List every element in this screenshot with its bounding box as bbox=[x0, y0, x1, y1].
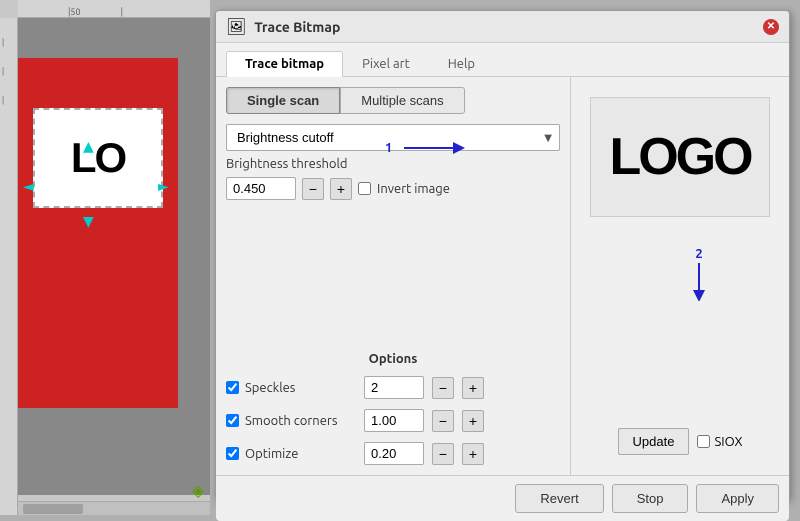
options-title: Options bbox=[226, 352, 560, 366]
preview-buttons: Update SIOX bbox=[618, 428, 743, 455]
annotation-2-arrow-icon bbox=[689, 261, 709, 301]
tab-help[interactable]: Help bbox=[429, 51, 494, 76]
optimize-increase-button[interactable]: + bbox=[462, 443, 484, 465]
revert-button[interactable]: Revert bbox=[515, 484, 603, 513]
smooth-corners-label: Smooth corners bbox=[226, 414, 356, 428]
handle-top: ▲ bbox=[83, 138, 94, 155]
optimize-label: Optimize bbox=[226, 447, 356, 461]
scan-buttons-group: Single scan Multiple scans bbox=[226, 87, 560, 114]
annotation-1: 1 bbox=[385, 138, 474, 158]
ruler-left: | | | bbox=[0, 18, 18, 515]
dialog-footer: Revert Stop Apply bbox=[216, 475, 789, 521]
handle-bottom: ▼ bbox=[83, 213, 94, 230]
multiple-scans-button[interactable]: Multiple scans bbox=[340, 87, 464, 114]
smooth-corners-decrease-button[interactable]: − bbox=[432, 410, 454, 432]
dialog-titlebar: 🖼 Trace Bitmap ✕ bbox=[216, 11, 789, 43]
close-button[interactable]: ✕ bbox=[763, 19, 779, 35]
annotation-2-label: 2 bbox=[695, 247, 702, 261]
canvas-content: LO ◄ ► ▲ ▼ bbox=[18, 18, 210, 495]
dialog-body: Single scan Multiple scans Brightness cu… bbox=[216, 77, 789, 475]
speckles-input[interactable] bbox=[364, 376, 424, 399]
threshold-decrease-button[interactable]: − bbox=[302, 178, 324, 200]
optimize-input[interactable] bbox=[364, 442, 424, 465]
smooth-corners-row: Smooth corners − + bbox=[226, 409, 560, 432]
handle-right: ► bbox=[158, 178, 169, 195]
preview-logo-text: LOGO bbox=[609, 127, 750, 187]
right-panel: LOGO 2 Update SIOX bbox=[571, 77, 789, 475]
smooth-corners-checkbox[interactable] bbox=[226, 414, 239, 427]
threshold-value-input[interactable] bbox=[226, 177, 296, 200]
annotation-2: 2 bbox=[689, 247, 709, 301]
corner-icon: ◈ bbox=[192, 481, 208, 497]
dialog-icon: 🖼 bbox=[226, 17, 246, 36]
smooth-corners-input[interactable] bbox=[364, 409, 424, 432]
speckles-checkbox[interactable] bbox=[226, 381, 239, 394]
optimize-checkbox[interactable] bbox=[226, 447, 239, 460]
trace-bitmap-dialog: 🖼 Trace Bitmap ✕ Trace bitmap Pixel art … bbox=[215, 10, 790, 500]
dialog-title: Trace Bitmap bbox=[254, 19, 755, 35]
scrollbar-thumb[interactable] bbox=[23, 504, 83, 514]
speckles-label: Speckles bbox=[226, 381, 356, 395]
siox-checkbox[interactable] bbox=[697, 435, 710, 448]
stop-button[interactable]: Stop bbox=[612, 484, 689, 513]
left-panel: Single scan Multiple scans Brightness cu… bbox=[216, 77, 571, 475]
threshold-label: Brightness threshold bbox=[226, 157, 560, 171]
horizontal-scrollbar[interactable] bbox=[18, 501, 210, 515]
handle-left: ◄ bbox=[23, 178, 34, 195]
speckles-decrease-button[interactable]: − bbox=[432, 377, 454, 399]
spacer bbox=[226, 206, 560, 336]
threshold-input-row: − + Invert image bbox=[226, 177, 560, 200]
annotation-1-arrow-icon bbox=[394, 138, 474, 158]
threshold-increase-button[interactable]: + bbox=[330, 178, 352, 200]
tabs-bar: Trace bitmap Pixel art Help bbox=[216, 43, 789, 77]
tab-trace-bitmap[interactable]: Trace bitmap bbox=[226, 51, 343, 77]
ruler-top: |50 | bbox=[18, 0, 210, 18]
update-button[interactable]: Update bbox=[618, 428, 690, 455]
optimize-row: Optimize − + bbox=[226, 442, 560, 465]
canvas-logo-text: LO bbox=[71, 134, 125, 182]
speckles-row: Speckles − + bbox=[226, 376, 560, 399]
apply-button[interactable]: Apply bbox=[696, 484, 779, 513]
single-scan-button[interactable]: Single scan bbox=[226, 87, 340, 114]
tab-pixel-art[interactable]: Pixel art bbox=[343, 51, 429, 76]
invert-image-label: Invert image bbox=[358, 182, 450, 196]
preview-area: LOGO bbox=[590, 97, 770, 217]
annotation-1-label: 1 bbox=[385, 141, 392, 155]
siox-label: SIOX bbox=[697, 435, 742, 449]
speckles-increase-button[interactable]: + bbox=[462, 377, 484, 399]
invert-image-checkbox[interactable] bbox=[358, 182, 371, 195]
logo-canvas-container: LO bbox=[33, 108, 163, 208]
canvas-area: |50 | | | | LO ◄ ► ▲ ▼ ◈ bbox=[0, 0, 210, 515]
smooth-corners-increase-button[interactable]: + bbox=[462, 410, 484, 432]
optimize-decrease-button[interactable]: − bbox=[432, 443, 454, 465]
